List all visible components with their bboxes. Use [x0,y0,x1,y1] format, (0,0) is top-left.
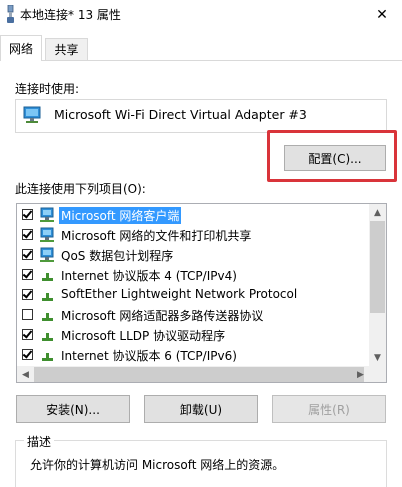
client-icon [39,226,57,244]
list-item[interactable]: Microsoft 网络适配器多路传送器协议 [17,305,369,325]
client-icon [39,206,57,224]
window-title: 本地连接* 13 属性 [20,8,121,22]
item-label: Microsoft 网络的文件和打印机共享 [61,229,252,243]
item-label: Microsoft 网络客户端 [59,207,182,224]
configure-button[interactable]: 配置(C)... [284,145,386,171]
uninstall-button-label: 卸载(U) [179,402,223,417]
components-list[interactable]: Microsoft 网络客户端 Microsoft 网络的文件和打印机共享 Qo… [16,203,387,383]
tab-share[interactable]: 共享 [45,38,88,60]
properties-button[interactable]: 属性(R) [272,395,386,423]
item-label: Microsoft 网络适配器多路传送器协议 [61,309,264,323]
scroll-right-icon[interactable]: ▶ [352,366,369,382]
list-item[interactable]: QoS 数据包计划程序 [17,245,369,265]
install-button-label: 安装(N)... [46,402,100,417]
protocol-icon [39,306,57,324]
tab-network-label: 网络 [8,42,33,56]
client-icon [39,246,57,264]
item-label: Internet 协议版本 6 (TCP/IPv6) [61,349,237,363]
vertical-scroll-thumb[interactable] [370,221,385,313]
close-icon: ✕ [376,7,388,23]
tab-share-label: 共享 [54,43,79,57]
install-button[interactable]: 安装(N)... [16,395,130,423]
item-checkbox[interactable] [22,349,33,360]
item-label: Internet 协议版本 4 (TCP/IPv4) [61,269,237,283]
list-item[interactable]: Microsoft 网络的文件和打印机共享 [17,225,369,245]
protocol-icon [39,326,57,344]
tab-network[interactable]: 网络 [0,35,42,61]
item-label: QoS 数据包计划程序 [61,249,174,263]
description-text: 允许你的计算机访问 Microsoft 网络上的资源。 [30,458,285,472]
list-item[interactable]: SoftEther Lightweight Network Protocol [17,285,369,305]
close-button[interactable]: ✕ [362,0,402,30]
list-item[interactable]: Microsoft 网络客户端 [17,205,369,225]
list-item[interactable]: Microsoft LLDP 协议驱动程序 [17,325,369,345]
protocol-icon [39,346,57,364]
item-checkbox[interactable] [22,249,33,260]
item-checkbox[interactable] [22,269,33,280]
scroll-left-icon[interactable]: ◀ [17,366,34,382]
network-adapter-icon [22,106,42,124]
item-checkbox[interactable] [22,289,33,300]
item-checkbox[interactable] [22,329,33,340]
protocol-icon [39,286,57,304]
horizontal-scroll-thumb[interactable] [34,367,364,382]
item-label: Microsoft LLDP 协议驱动程序 [61,329,226,343]
item-checkbox[interactable] [22,229,33,240]
scroll-up-icon[interactable]: ▲ [369,204,386,221]
list-item[interactable]: Internet 协议版本 4 (TCP/IPv4) [17,265,369,285]
item-checkbox[interactable] [22,209,33,220]
protocol-icon [39,266,57,284]
adapter-name: Microsoft Wi-Fi Direct Virtual Adapter #… [54,107,307,122]
item-checkbox[interactable] [22,309,33,320]
scroll-down-icon[interactable]: ▼ [369,349,386,366]
uninstall-button[interactable]: 卸载(U) [144,395,258,423]
properties-button-label: 属性(R) [308,402,350,417]
connect-using-label: 连接时使用: [15,82,80,96]
item-label: SoftEther Lightweight Network Protocol [61,287,298,301]
description-label: 描述 [24,433,55,450]
items-label: 此连接使用下列项目(O): [15,182,146,196]
list-item[interactable]: Internet 协议版本 6 (TCP/IPv6) [17,345,369,365]
configure-button-label: 配置(C)... [308,151,362,166]
scroll-corner [369,366,386,382]
network-connection-icon [5,4,16,23]
